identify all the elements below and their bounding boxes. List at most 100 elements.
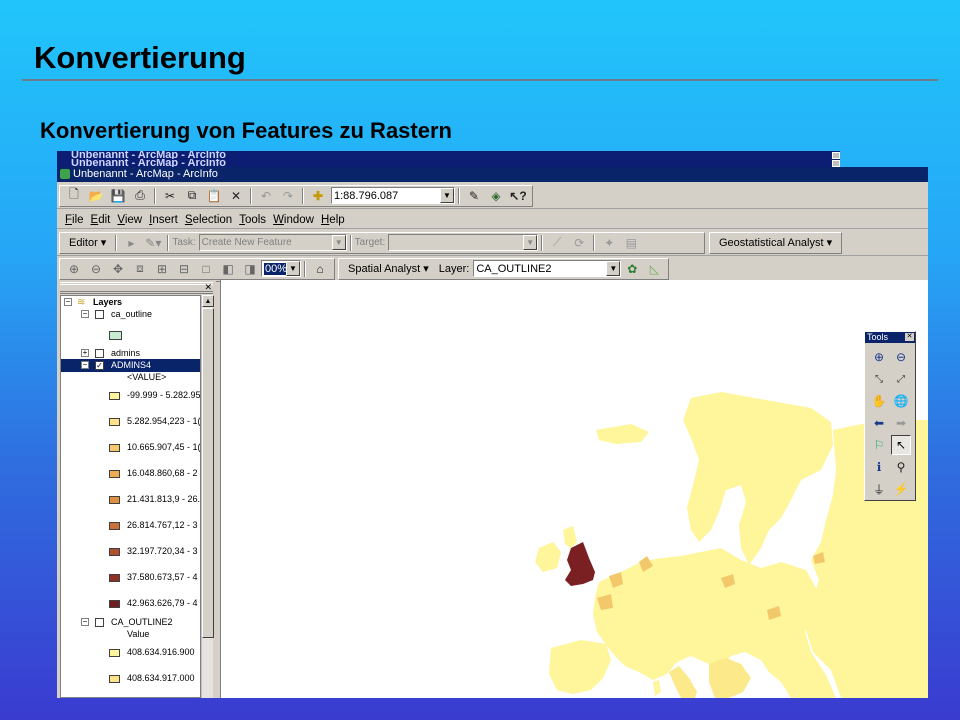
- fixed-zoom-in-icon[interactable]: ⤡: [869, 369, 889, 389]
- full-extent-icon[interactable]: 🌐: [891, 391, 911, 411]
- toggle-draft-mode-icon[interactable]: ⌂: [310, 260, 330, 278]
- layer-combobox[interactable]: CA_OUTLINE2 ▼: [473, 260, 622, 277]
- legend-swatch: [109, 675, 120, 683]
- menu-view[interactable]: View: [117, 214, 142, 226]
- layer-label: Layer:: [438, 262, 470, 275]
- chevron-down-icon[interactable]: ▼: [286, 261, 300, 276]
- menu-tools[interactable]: Tools: [239, 214, 266, 226]
- map-region-corsica: [653, 680, 661, 696]
- tools-window-titlebar[interactable]: Tools ✕: [865, 332, 915, 343]
- legend-class-row: 26.814.767,12 - 3: [61, 519, 200, 532]
- identify-icon[interactable]: ℹ: [869, 457, 889, 477]
- collapse-icon[interactable]: −: [81, 361, 89, 369]
- next-extent-page-icon[interactable]: ◨: [240, 260, 260, 278]
- add-data-icon[interactable]: ✚: [308, 187, 328, 205]
- editor-menu-button[interactable]: Editor ▾: [63, 233, 112, 253]
- editor-toolbar-icon[interactable]: ✎: [464, 187, 484, 205]
- zoom-100-icon[interactable]: □: [196, 260, 216, 278]
- back-extent-icon[interactable]: ⬅: [869, 413, 889, 433]
- menu-window[interactable]: Window: [273, 214, 314, 226]
- sketch-tool-icon[interactable]: ✎▾: [143, 234, 163, 252]
- zoom-whole-page-icon[interactable]: ⧈: [130, 260, 150, 278]
- window-titlebar[interactable]: Unbenannt - ArcMap - ArcInfo: [57, 167, 928, 182]
- rotate-tool-icon[interactable]: ⟳: [569, 234, 589, 252]
- map-scale-value: 1:88.796.087: [334, 189, 399, 202]
- measure-icon[interactable]: ⏚: [869, 479, 889, 499]
- fixed-zoom-out-page-icon[interactable]: ⊟: [174, 260, 194, 278]
- geostatistical-analyst-menu[interactable]: Geostatistical Analyst ▾: [713, 233, 838, 253]
- print-icon[interactable]: ⎙: [130, 187, 150, 205]
- zoom-out-page-icon[interactable]: ⊖: [86, 260, 106, 278]
- chevron-down-icon[interactable]: ▼: [523, 235, 538, 250]
- zoom-in-page-icon[interactable]: ⊕: [64, 260, 84, 278]
- legend-class-row: 10.665.907,45 - 1(: [61, 441, 200, 454]
- chevron-down-icon[interactable]: ▼: [331, 235, 346, 250]
- layout-zoom-combobox[interactable]: 00% ▼: [261, 260, 301, 277]
- sketch-properties-icon[interactable]: ✦: [599, 234, 619, 252]
- close-icon[interactable]: ✕: [204, 282, 212, 293]
- target-combobox[interactable]: ▼: [388, 234, 539, 251]
- select-elements-icon[interactable]: ↖: [891, 435, 911, 455]
- menu-help[interactable]: Help: [321, 214, 345, 226]
- collapse-icon[interactable]: −: [81, 618, 89, 626]
- pan-page-icon[interactable]: ✥: [108, 260, 128, 278]
- map-display[interactable]: Tools ✕ ⊕ ⊖ ⤡ ⤢ ✋ 🌐 ⬅ ➡ ⚐ ↖ ℹ ⚲ ⏚ ⚡: [220, 280, 928, 698]
- hyperlink-icon[interactable]: ⚡: [891, 479, 911, 499]
- layer-visibility-checkbox[interactable]: [95, 618, 104, 627]
- new-document-icon[interactable]: 🗋: [64, 187, 84, 205]
- task-label: Task:: [172, 237, 196, 248]
- menu-edit[interactable]: Edit: [91, 214, 111, 226]
- toc-scrollbar[interactable]: ▲: [201, 295, 214, 698]
- histogram-icon[interactable]: ◺: [644, 260, 664, 278]
- chevron-down-icon[interactable]: ▼: [606, 261, 621, 276]
- menu-file[interactable]: File: [65, 214, 84, 226]
- map-region-italy: [669, 666, 697, 698]
- toolbar-separator: [349, 234, 352, 251]
- undo-icon[interactable]: ↶: [256, 187, 276, 205]
- contour-tool-icon[interactable]: ✿: [622, 260, 642, 278]
- delete-icon[interactable]: ✕: [226, 187, 246, 205]
- layer-visibility-checkbox[interactable]: [95, 310, 104, 319]
- legend-swatch: [109, 522, 120, 530]
- previous-extent-page-icon[interactable]: ◧: [218, 260, 238, 278]
- collapse-icon[interactable]: −: [81, 310, 89, 318]
- fixed-zoom-out-icon[interactable]: ⤢: [891, 369, 911, 389]
- menu-insert[interactable]: Insert: [149, 214, 178, 226]
- edit-tool-icon[interactable]: ▸: [121, 234, 141, 252]
- whats-this-help-icon[interactable]: ↖?: [508, 187, 528, 205]
- paste-icon[interactable]: 📋: [204, 187, 224, 205]
- save-icon[interactable]: 💾: [108, 187, 128, 205]
- copy-icon[interactable]: ⧉: [182, 187, 202, 205]
- tools-toolbar-window[interactable]: Tools ✕ ⊕ ⊖ ⤡ ⤢ ✋ 🌐 ⬅ ➡ ⚐ ↖ ℹ ⚲ ⏚ ⚡: [864, 331, 916, 501]
- arccatalog-icon[interactable]: ◈: [486, 187, 506, 205]
- menu-selection[interactable]: Selection: [185, 214, 232, 226]
- attributes-icon[interactable]: ▤: [621, 234, 641, 252]
- select-features-icon[interactable]: ⚐: [869, 435, 889, 455]
- task-combobox[interactable]: Create New Feature ▼: [198, 234, 347, 251]
- chevron-down-icon[interactable]: ▼: [440, 188, 454, 203]
- open-folder-icon[interactable]: 📂: [86, 187, 106, 205]
- layout-toolbar-group: ⊕ ⊖ ✥ ⧈ ⊞ ⊟ □ ◧ ◨ 00% ▼ ⌂: [59, 257, 335, 280]
- editor-toolbar: Editor ▾ ▸ ✎▾ Task: Create New Feature ▼…: [57, 230, 928, 256]
- layer-visibility-checkbox[interactable]: [95, 349, 104, 358]
- cut-icon[interactable]: ✂: [160, 187, 180, 205]
- scrollbar-thumb[interactable]: [202, 308, 214, 638]
- layer-visibility-checkbox[interactable]: ✓: [95, 361, 104, 370]
- toc-drag-handle[interactable]: [60, 282, 213, 294]
- map-scale-combobox[interactable]: 1:88.796.087 ▼: [331, 187, 455, 204]
- pan-icon[interactable]: ✋: [869, 391, 889, 411]
- scroll-up-icon[interactable]: ▲: [202, 295, 214, 307]
- expand-icon[interactable]: +: [81, 349, 89, 357]
- layer-row-ca-outline[interactable]: − ca_outline: [61, 308, 200, 321]
- split-tool-icon[interactable]: ⟋: [547, 234, 567, 252]
- spatial-analyst-menu[interactable]: Spatial Analyst ▾: [342, 259, 435, 279]
- find-icon[interactable]: ⚲: [891, 457, 911, 477]
- forward-extent-icon[interactable]: ➡: [891, 413, 911, 433]
- fixed-zoom-in-page-icon[interactable]: ⊞: [152, 260, 172, 278]
- close-icon[interactable]: ✕: [905, 333, 914, 341]
- redo-icon[interactable]: ↷: [278, 187, 298, 205]
- map-region-scotland: [563, 526, 577, 548]
- collapse-icon[interactable]: −: [64, 298, 72, 306]
- zoom-in-icon[interactable]: ⊕: [869, 347, 889, 367]
- zoom-out-icon[interactable]: ⊖: [891, 347, 911, 367]
